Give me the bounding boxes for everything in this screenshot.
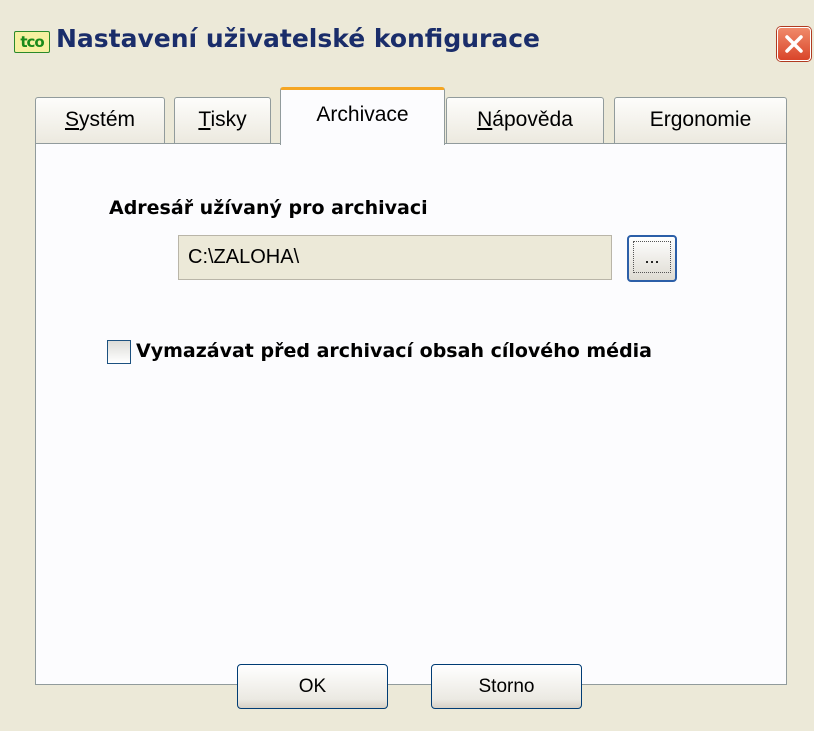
browse-button-label: ...: [633, 241, 671, 273]
tab-panel-archive: [35, 143, 787, 685]
tab-label: Tisky: [198, 108, 247, 131]
erase-media-checkbox[interactable]: [107, 340, 131, 364]
tab-help[interactable]: Nápověda: [446, 97, 604, 143]
browse-button[interactable]: ...: [627, 235, 677, 282]
tab-system[interactable]: Systém: [35, 97, 165, 143]
window-title: Nastavení uživatelské konfigurace: [56, 24, 540, 53]
tab-label: Systém: [64, 108, 136, 131]
title-bar[interactable]: tco Nastavení uživatelské konfigurace: [0, 0, 814, 80]
tab-prints[interactable]: Tisky: [174, 97, 271, 143]
close-icon: [785, 35, 803, 53]
archive-dir-label: Adresář užívaný pro archivaci: [109, 197, 428, 219]
tab-label: Archivace: [316, 103, 409, 126]
tab-ergonomics[interactable]: Ergonomie: [614, 97, 787, 143]
tab-label: Nápověda: [477, 108, 573, 131]
cancel-button[interactable]: Storno: [431, 664, 582, 709]
app-icon: tco: [14, 31, 50, 53]
erase-media-label[interactable]: Vymazávat před archivací obsah cílového …: [136, 340, 652, 362]
ok-button[interactable]: OK: [237, 664, 388, 709]
tab-archive[interactable]: Archivace: [280, 87, 445, 145]
close-button[interactable]: [777, 27, 811, 61]
tab-label: Ergonomie: [649, 108, 752, 131]
archive-dir-field[interactable]: C:\ZALOHA\: [178, 235, 612, 280]
